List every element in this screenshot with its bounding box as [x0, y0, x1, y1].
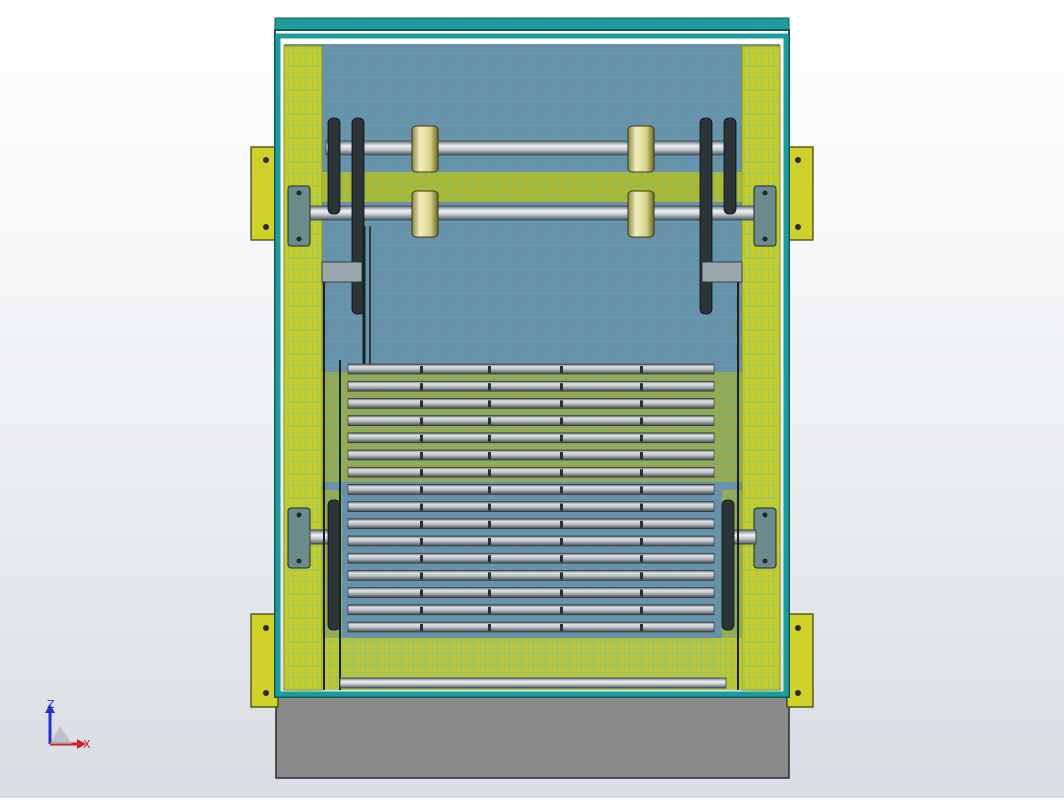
slat	[347, 501, 715, 512]
slat-clip	[560, 606, 563, 614]
slat-clip	[640, 469, 643, 477]
slat-clip	[640, 400, 643, 408]
slat-clip	[420, 366, 423, 373]
slat-clip	[488, 469, 491, 477]
slat-clip	[640, 572, 643, 580]
bottom-shaft	[339, 677, 727, 689]
slat-clip	[488, 452, 491, 459]
slat-clip	[640, 520, 643, 528]
cad-viewport[interactable]: Z X	[0, 0, 1064, 798]
slat-clip	[640, 383, 643, 391]
slat-clip	[420, 503, 423, 511]
roller-top-left	[411, 125, 439, 173]
slat-clip	[420, 589, 423, 597]
slat-clip	[488, 520, 491, 528]
roller-mid-right	[627, 190, 655, 238]
slat-clip	[560, 520, 563, 528]
second-shaft	[299, 205, 767, 221]
z-axis-label: Z	[47, 698, 55, 711]
slat-clip	[420, 469, 423, 477]
slat-clip	[488, 486, 491, 494]
slat-clip	[488, 503, 491, 511]
slat-clip	[420, 520, 423, 528]
slat-clip	[640, 503, 643, 511]
slat-clip	[420, 383, 423, 391]
slat-clip	[560, 400, 563, 408]
x-axis-label: X	[83, 738, 91, 751]
slat-clip	[560, 572, 563, 580]
slat-clip	[560, 624, 563, 631]
slat-clip	[488, 417, 491, 425]
slat-clip	[640, 555, 643, 563]
slat	[347, 380, 715, 392]
slat-clip	[488, 538, 491, 545]
slat-clip	[640, 434, 643, 442]
slat-clip	[420, 555, 423, 563]
machine-assembly-drawing	[250, 17, 814, 779]
slat-clip	[640, 366, 643, 373]
slat-clip	[560, 589, 563, 597]
slat-clip	[420, 400, 423, 408]
slat	[347, 484, 715, 495]
slat-clip	[560, 486, 563, 494]
slat-clip	[560, 383, 563, 391]
roller-mid-left	[411, 190, 439, 238]
slat-clip	[640, 589, 643, 597]
slat-clip	[560, 366, 563, 373]
slat-clip	[420, 606, 423, 614]
slat-clip	[640, 624, 643, 631]
slat-clip	[640, 486, 643, 494]
slat-clip	[488, 366, 491, 373]
slat	[347, 398, 715, 409]
slat	[347, 604, 715, 616]
slat	[347, 449, 715, 461]
slat-clip	[560, 434, 563, 442]
slat	[347, 518, 715, 530]
slat-clip	[488, 572, 491, 580]
slat-clip	[420, 572, 423, 580]
slat-clip	[488, 589, 491, 597]
slat-clip	[640, 538, 643, 545]
slat	[347, 621, 715, 633]
slat	[347, 415, 715, 426]
slat-clip	[420, 452, 423, 459]
slat-clip	[488, 383, 491, 391]
slat-clip	[560, 555, 563, 563]
slat-clip	[640, 606, 643, 614]
slat-clip	[420, 538, 423, 545]
axis-triad-graphic: Z X	[45, 698, 91, 751]
slat-clip	[488, 606, 491, 614]
slat-clip	[420, 434, 423, 442]
slat	[347, 535, 715, 547]
slat	[347, 587, 715, 598]
slat-clip	[640, 452, 643, 459]
slat-clip	[560, 417, 563, 425]
roller-top-right	[627, 125, 655, 173]
orientation-triad[interactable]: Z X	[38, 696, 98, 756]
slat	[347, 432, 715, 444]
slat	[347, 466, 715, 478]
slat-clip	[560, 452, 563, 459]
slat-clip	[488, 434, 491, 442]
slat-clip	[420, 486, 423, 494]
slat	[347, 570, 715, 581]
slat-clip	[640, 417, 643, 425]
slat-clip	[488, 400, 491, 408]
slat-clip	[420, 624, 423, 631]
slat-clip	[560, 503, 563, 511]
slat-clip	[420, 417, 423, 425]
slat-clip	[488, 555, 491, 563]
slat	[347, 552, 715, 564]
top-shaft	[325, 140, 733, 156]
slat-clip	[488, 624, 491, 631]
base-plate	[275, 696, 790, 779]
slat-clip	[560, 538, 563, 545]
slat	[347, 363, 715, 375]
slat-clip	[560, 469, 563, 477]
